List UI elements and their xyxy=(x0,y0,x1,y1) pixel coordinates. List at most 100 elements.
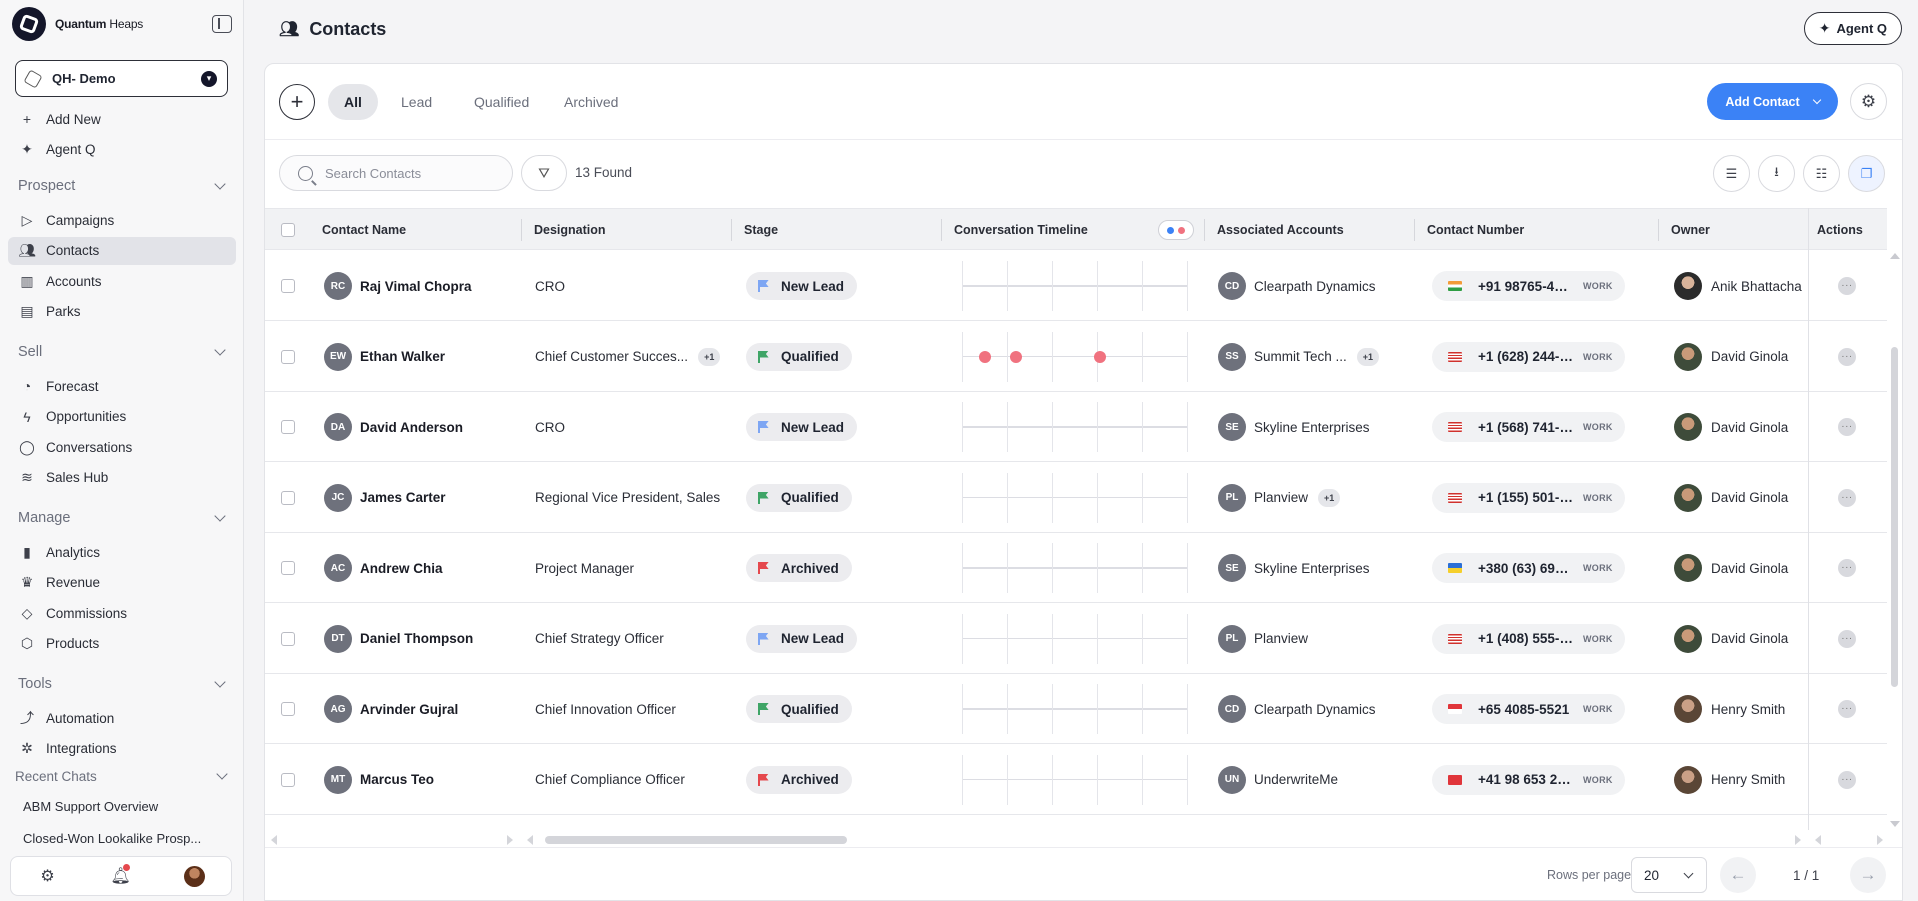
more-chip[interactable]: +1 xyxy=(698,347,721,366)
more-actions-icon[interactable]: ··· xyxy=(1838,418,1856,436)
row-checkbox[interactable] xyxy=(281,702,295,716)
timeline-event-dot[interactable] xyxy=(1093,350,1106,363)
search-box[interactable] xyxy=(279,155,513,191)
sidebar-item-forecast[interactable]: ◔ Forecast xyxy=(8,372,236,400)
column-divider[interactable] xyxy=(731,219,732,241)
sidebar-item-agent-q[interactable]: ✦ Agent Q xyxy=(8,135,236,163)
table-row[interactable]: AC Andrew Chia Project Manager Archived … xyxy=(265,533,1887,603)
sidebar-item-commissions[interactable]: ◇ Commissions xyxy=(8,599,236,627)
conversation-timeline[interactable] xyxy=(962,604,1188,674)
row-checkbox[interactable] xyxy=(281,772,295,787)
scroll-down-arrow[interactable] xyxy=(1890,821,1900,827)
vertical-scroll-thumb[interactable] xyxy=(1891,347,1898,687)
account-name[interactable]: Skyline Enterprises xyxy=(1254,561,1370,576)
table-row[interactable]: JC James Carter Regional Vice President,… xyxy=(265,463,1887,533)
phone-chip[interactable]: +65 4085-5521 WORK xyxy=(1432,694,1625,724)
sidebar-toggle-icon[interactable] xyxy=(212,15,232,33)
more-chip[interactable]: +1 xyxy=(1318,488,1341,507)
row-checkbox[interactable] xyxy=(281,631,295,646)
account-name[interactable]: Skyline Enterprises xyxy=(1254,420,1370,435)
sidebar-item-analytics[interactable]: ▮ Analytics xyxy=(8,538,236,566)
account-name[interactable]: Summit Tech ... xyxy=(1254,349,1347,364)
more-actions-icon[interactable]: ··· xyxy=(1838,700,1856,718)
phone-chip[interactable]: +1 (568) 741-2295 WORK xyxy=(1432,412,1625,442)
contact-name-cell[interactable]: AG Arvinder Gujral xyxy=(324,674,458,744)
merge-button[interactable]: ❐ xyxy=(1848,155,1885,192)
row-checkbox[interactable] xyxy=(281,349,295,364)
download-button[interactable]: ⭳ xyxy=(1758,155,1795,192)
stage-badge[interactable]: Qualified xyxy=(746,483,852,512)
col-contact-number[interactable]: Contact Number xyxy=(1427,209,1524,251)
col-conversation-timeline[interactable]: Conversation Timeline xyxy=(954,209,1088,251)
contact-name[interactable]: James Carter xyxy=(360,490,446,505)
timeline-event-dot[interactable] xyxy=(1010,350,1023,363)
contact-name[interactable]: Raj Vimal Chopra xyxy=(360,279,472,294)
contact-name-cell[interactable]: DA David Anderson xyxy=(324,392,463,462)
contact-name[interactable]: David Anderson xyxy=(360,420,463,435)
conversation-timeline[interactable] xyxy=(962,533,1188,603)
contact-name-cell[interactable]: MT Marcus Teo xyxy=(324,745,434,815)
sidebar-item-parks[interactable]: ▤ Parks xyxy=(8,298,236,326)
table-row[interactable]: DA David Anderson CRO New Lead SE Skylin… xyxy=(265,392,1887,462)
scroll-up-arrow[interactable] xyxy=(1890,253,1900,259)
scroll-left-arrow[interactable] xyxy=(1815,835,1821,845)
sidebar-item-contacts[interactable]: 👥︎ Contacts xyxy=(8,236,236,265)
stage-badge[interactable]: New Lead xyxy=(746,272,858,300)
contact-name-cell[interactable]: JC James Carter xyxy=(324,463,446,533)
contact-name[interactable]: Daniel Thompson xyxy=(360,631,473,646)
row-checkbox[interactable] xyxy=(281,561,295,575)
more-actions-icon[interactable]: ··· xyxy=(1838,559,1856,577)
phone-chip[interactable]: +1 (628) 244-1802 WORK xyxy=(1432,341,1625,372)
sort-button[interactable]: ☰ xyxy=(1713,155,1750,192)
sidebar-item-conversations[interactable]: ◯ Conversations xyxy=(8,433,236,461)
table-row[interactable]: EW Ethan Walker Chief Customer Succes...… xyxy=(265,322,1887,392)
sidebar-item-accounts[interactable]: ▥ Accounts xyxy=(8,267,236,295)
rows-per-page-select[interactable]: 20 xyxy=(1631,857,1707,893)
tab-qualified[interactable]: Qualified xyxy=(458,84,545,120)
filter-button[interactable]: ⛛ xyxy=(521,155,567,191)
user-avatar[interactable] xyxy=(183,865,205,887)
account-name[interactable]: UnderwriteMe xyxy=(1254,772,1338,787)
scroll-left-arrow[interactable] xyxy=(271,835,277,845)
account-name[interactable]: Planview xyxy=(1254,631,1308,646)
sidebar-item-revenue[interactable]: ♛ Revenue xyxy=(8,569,236,597)
timeline-toggle[interactable] xyxy=(1158,220,1194,240)
more-actions-icon[interactable]: ··· xyxy=(1838,629,1856,648)
bell-icon[interactable]: 🔔︎ xyxy=(110,864,131,886)
col-owner[interactable]: Owner xyxy=(1671,209,1710,251)
select-all-checkbox[interactable] xyxy=(281,223,295,237)
settings-icon[interactable]: ⚙ xyxy=(38,866,58,886)
search-input[interactable] xyxy=(325,165,495,181)
sidebar-item-integrations[interactable]: ✲ Integrations xyxy=(8,735,236,763)
column-divider[interactable] xyxy=(521,219,522,241)
tab-archived[interactable]: Archived xyxy=(548,84,634,120)
more-actions-icon[interactable]: ··· xyxy=(1838,488,1856,507)
scroll-right-arrow[interactable] xyxy=(1877,835,1883,845)
tab-all[interactable]: All xyxy=(328,84,378,120)
prev-page-button[interactable]: ← xyxy=(1720,857,1756,893)
more-chip[interactable]: +1 xyxy=(1356,347,1380,366)
col-designation[interactable]: Designation xyxy=(534,209,606,251)
account-name[interactable]: Planview xyxy=(1254,490,1308,505)
recent-chat-item[interactable]: ABM Support Overview xyxy=(23,799,208,814)
account-name[interactable]: Clearpath Dynamics xyxy=(1254,702,1376,717)
horizontal-scrollbar[interactable] xyxy=(265,834,1887,846)
column-divider[interactable] xyxy=(1658,219,1659,241)
contact-name[interactable]: Andrew Chia xyxy=(360,561,443,576)
conversation-timeline[interactable] xyxy=(962,392,1188,462)
phone-chip[interactable]: +91 98765-43210 WORK xyxy=(1432,271,1625,301)
col-contact-name[interactable]: Contact Name xyxy=(322,209,406,251)
columns-button[interactable]: ☷ xyxy=(1803,155,1840,192)
scroll-left-arrow[interactable] xyxy=(527,835,533,845)
table-settings-button[interactable]: ⚙ xyxy=(1850,83,1887,120)
more-actions-icon[interactable]: ··· xyxy=(1838,277,1856,295)
contact-name[interactable]: Arvinder Gujral xyxy=(360,702,458,717)
table-row[interactable]: AG Arvinder Gujral Chief Innovation Offi… xyxy=(265,674,1887,744)
section-manage[interactable]: Manage xyxy=(18,507,226,529)
contact-name[interactable]: Marcus Teo xyxy=(360,772,434,787)
add-view-button[interactable]: + xyxy=(279,84,315,120)
section-recent-chats[interactable]: Recent Chats xyxy=(15,765,228,787)
conversation-timeline[interactable] xyxy=(962,674,1188,744)
section-tools[interactable]: Tools xyxy=(18,673,226,695)
workspace-selector[interactable]: QH- Demo ▾ xyxy=(15,60,228,97)
